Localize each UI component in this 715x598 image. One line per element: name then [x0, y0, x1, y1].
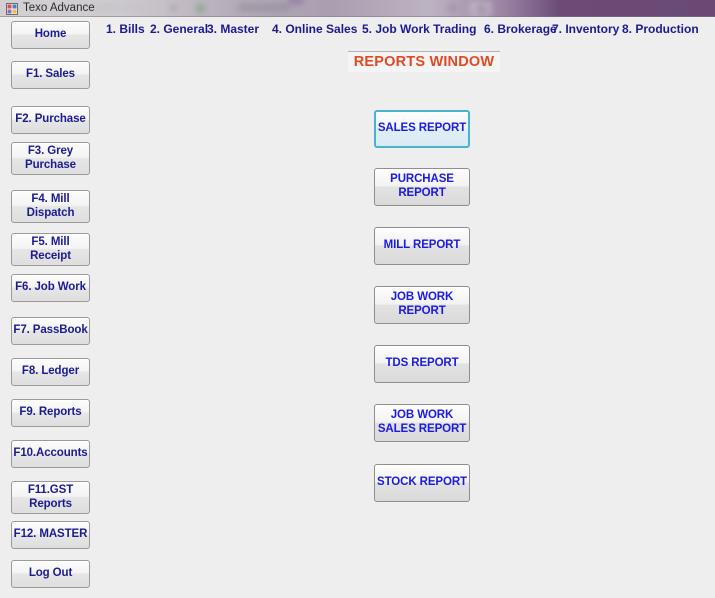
sidebar-item-f7-passbook[interactable]: F7. PassBook	[11, 317, 90, 345]
background-blur-shape	[238, 3, 290, 12]
report-button-job-work-sales-report[interactable]: JOB WORK SALES REPORT	[374, 404, 470, 442]
sidebar-item-f11-gst-reports[interactable]: F11.GST Reports	[11, 481, 90, 514]
menu-item-2[interactable]: 2. General	[148, 21, 210, 37]
background-blur-shape	[448, 4, 456, 12]
menu-item-7[interactable]: 7. Inventory	[550, 21, 621, 37]
background-blur-shape	[288, 0, 304, 5]
menu-item-8[interactable]: 8. Production	[620, 21, 701, 37]
menu-item-3[interactable]: 3. Master	[205, 21, 261, 37]
sidebar-item-f8-ledger[interactable]: F8. Ledger	[11, 358, 90, 386]
application-window: Texo Advance 1. Bills 2. General 3. Master…	[0, 0, 715, 598]
sidebar-item-log-out[interactable]: Log Out	[11, 560, 90, 588]
sidebar-item-f1-sales[interactable]: F1. Sales	[11, 61, 90, 89]
sidebar-item-home[interactable]: Home	[11, 21, 90, 49]
report-button-mill-report[interactable]: MILL REPORT	[374, 227, 470, 265]
sidebar-item-f9-reports[interactable]: F9. Reports	[11, 399, 90, 427]
sidebar-item-f2-purchase[interactable]: F2. Purchase	[11, 106, 90, 134]
background-blur-shape	[470, 1, 492, 17]
menu-item-6[interactable]: 6. Brokerage	[482, 21, 559, 37]
title-bar: Texo Advance	[0, 0, 715, 17]
menu-item-5[interactable]: 5. Job Work Trading	[360, 21, 478, 37]
sidebar-item-f6-job-work[interactable]: F6. Job Work	[11, 274, 90, 302]
main-menu-bar[interactable]: 1. Bills 2. General 3. Master 4. Online Sal…	[100, 20, 715, 38]
background-blur-shape	[92, 2, 152, 13]
sidebar-item-f5-mill-receipt[interactable]: F5. Mill Receipt	[11, 233, 90, 266]
sidebar-item-f3-grey-purchase[interactable]: F3. Grey Purchase	[11, 142, 90, 175]
background-blur-shape	[196, 4, 205, 13]
menu-item-4[interactable]: 4. Online Sales	[270, 21, 359, 37]
page-title: REPORTS WINDOW	[353, 54, 495, 70]
menu-item-1[interactable]: 1. Bills	[104, 21, 147, 37]
report-button-stock-report[interactable]: STOCK REPORT	[374, 464, 470, 502]
report-button-job-work-report[interactable]: JOB WORK REPORT	[374, 286, 470, 324]
page-title-box: REPORTS WINDOW	[348, 51, 500, 72]
report-button-tds-report[interactable]: TDS REPORT	[374, 345, 470, 383]
sidebar-item-f4-mill-dispatch[interactable]: F4. Mill Dispatch	[11, 190, 90, 223]
window-title: Texo Advance	[23, 2, 95, 14]
app-window-icon	[6, 3, 18, 15]
sidebar-item-f12-master[interactable]: F12. MASTER	[11, 521, 90, 549]
sidebar-item-f10-accounts[interactable]: F10.Accounts	[11, 440, 90, 468]
report-button-sales-report[interactable]: SALES REPORT	[374, 110, 470, 148]
background-blur-shape	[170, 5, 176, 11]
report-button-purchase-report[interactable]: PURCHASE REPORT	[374, 168, 470, 206]
sidebar-navigation: Home F1. Sales F2. Purchase F3. Grey Purcha…	[0, 18, 104, 598]
background-blur-shape	[476, 4, 487, 15]
